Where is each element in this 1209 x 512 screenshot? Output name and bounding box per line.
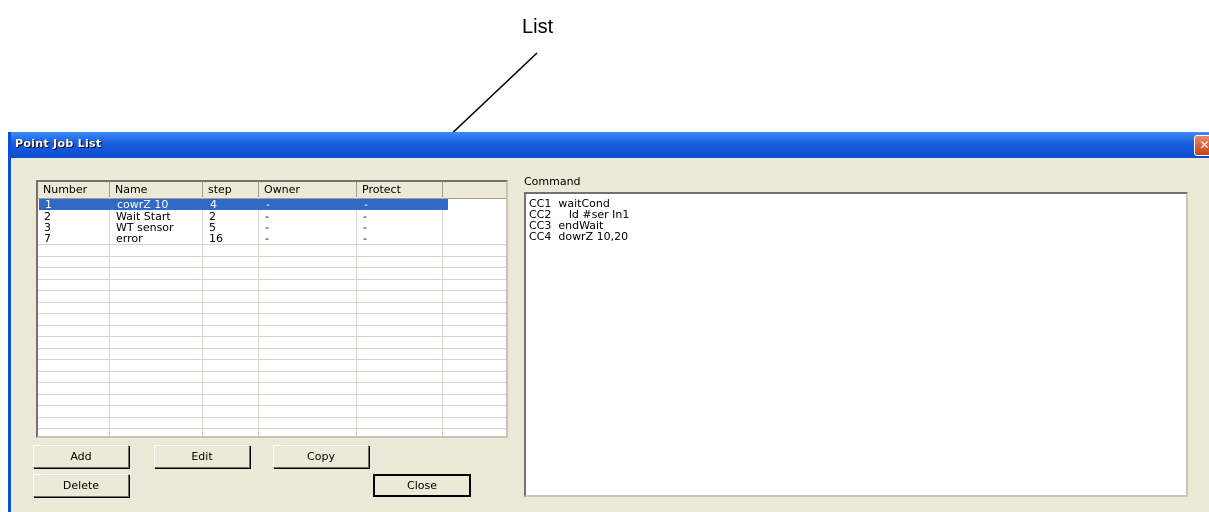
column-header-number[interactable]: Number [38, 182, 110, 197]
grid-row-line [38, 313, 506, 314]
cell-step: 4 [210, 198, 217, 211]
grid-row-line [38, 279, 506, 280]
job-list[interactable]: Number Name step Owner Protect 1 cowrZ 1… [36, 180, 508, 438]
cell-number: 7 [44, 232, 51, 245]
table-row[interactable]: 7 error 16 - - [38, 233, 506, 244]
cell-step: 16 [209, 232, 223, 245]
table-row[interactable]: 3 WT sensor 5 - - [38, 222, 506, 233]
close-button[interactable]: Close [373, 474, 471, 497]
close-icon: ✕ [1199, 138, 1209, 152]
title-bar[interactable]: Point Job List ✕ [11, 132, 1209, 158]
point-job-list-window: Point Job List ✕ Number Name step Owner … [8, 132, 1209, 512]
cell-owner: - [266, 198, 270, 211]
close-window-button[interactable]: ✕ [1194, 135, 1209, 156]
list-header: Number Name step Owner Protect [38, 182, 506, 199]
grid-row-line [38, 336, 506, 337]
window-title: Point Job List [15, 137, 102, 150]
command-textarea[interactable]: CC1 waitCond CC2 ld #ser In1 CC3 endWait… [524, 192, 1188, 497]
cell-owner: - [265, 232, 269, 245]
grid-row-line [38, 371, 506, 372]
cell-number: 1 [45, 198, 52, 211]
table-row[interactable]: 1 cowrZ 10 4 - - [39, 199, 448, 210]
grid-row-line [38, 382, 506, 383]
cell-protect: - [364, 198, 368, 211]
delete-button[interactable]: Delete [33, 474, 129, 497]
grid-row-line [38, 417, 506, 418]
column-header-step[interactable]: step [203, 182, 259, 197]
grid-row-line [38, 256, 506, 257]
annotation-label-list: List [522, 16, 554, 38]
command-line: CC4 dowrZ 10,20 [529, 230, 629, 243]
cell-name: error [116, 232, 143, 245]
grid-row-line [38, 394, 506, 395]
add-button[interactable]: Add [33, 445, 129, 468]
table-row[interactable]: 2 Wait Start 2 - - [38, 211, 506, 222]
grid-row-line [38, 348, 506, 349]
grid-row-line [38, 267, 506, 268]
grid-row-line [38, 244, 506, 245]
grid-row-line [38, 290, 506, 291]
column-header-protect[interactable]: Protect [357, 182, 443, 197]
grid-row-line [38, 325, 506, 326]
grid-row-line [38, 302, 506, 303]
cell-protect: - [363, 232, 367, 245]
command-label: Command [524, 175, 581, 188]
column-header-owner[interactable]: Owner [259, 182, 357, 197]
column-header-name[interactable]: Name [110, 182, 203, 197]
cell-name: cowrZ 10 [117, 198, 169, 211]
grid-row-line [38, 428, 506, 429]
grid-row-line [38, 405, 506, 406]
copy-button[interactable]: Copy [273, 445, 369, 468]
edit-button[interactable]: Edit [154, 445, 250, 468]
grid-row-line [38, 359, 506, 360]
